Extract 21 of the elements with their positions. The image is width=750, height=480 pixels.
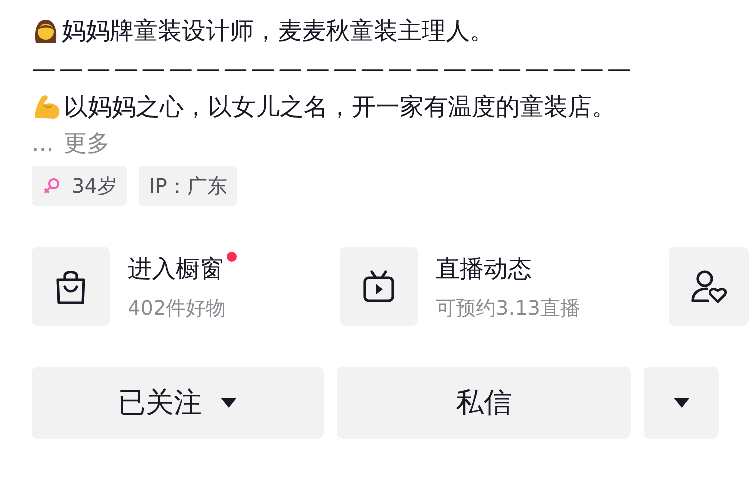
card-subtitle: 可预约3.13直播 bbox=[436, 294, 581, 322]
profile-tag: 34岁 bbox=[32, 166, 128, 206]
friends-button[interactable] bbox=[669, 247, 749, 326]
card-title[interactable]: 直播动态 bbox=[436, 254, 532, 282]
bio-text: 以妈妈之心，以女儿之名，开一家有温度的童装店。 bbox=[64, 92, 616, 123]
ellipsis-text: ... bbox=[32, 130, 54, 159]
female-symbol-icon bbox=[42, 176, 62, 196]
card-subtitle: 402件好物 bbox=[128, 294, 226, 322]
card-icon-tile[interactable] bbox=[32, 247, 110, 326]
profile-tag: IP：广东 bbox=[139, 166, 238, 206]
divider-text: —————————————————————— bbox=[32, 54, 635, 85]
tv-play-icon bbox=[361, 268, 397, 304]
action-button[interactable]: 已关注 bbox=[32, 367, 324, 439]
card-icon-tile[interactable] bbox=[340, 247, 418, 326]
card-title[interactable]: 进入橱窗 bbox=[128, 254, 224, 282]
caret-icon bbox=[672, 397, 690, 409]
action-button[interactable]: 私信 bbox=[337, 367, 631, 439]
bio-text: 妈妈牌童装设计师，麦麦秋童装主理人。 bbox=[62, 16, 494, 47]
flexed-arm-icon bbox=[32, 93, 62, 121]
caret-icon bbox=[220, 397, 238, 409]
person-heart-icon bbox=[690, 268, 728, 304]
